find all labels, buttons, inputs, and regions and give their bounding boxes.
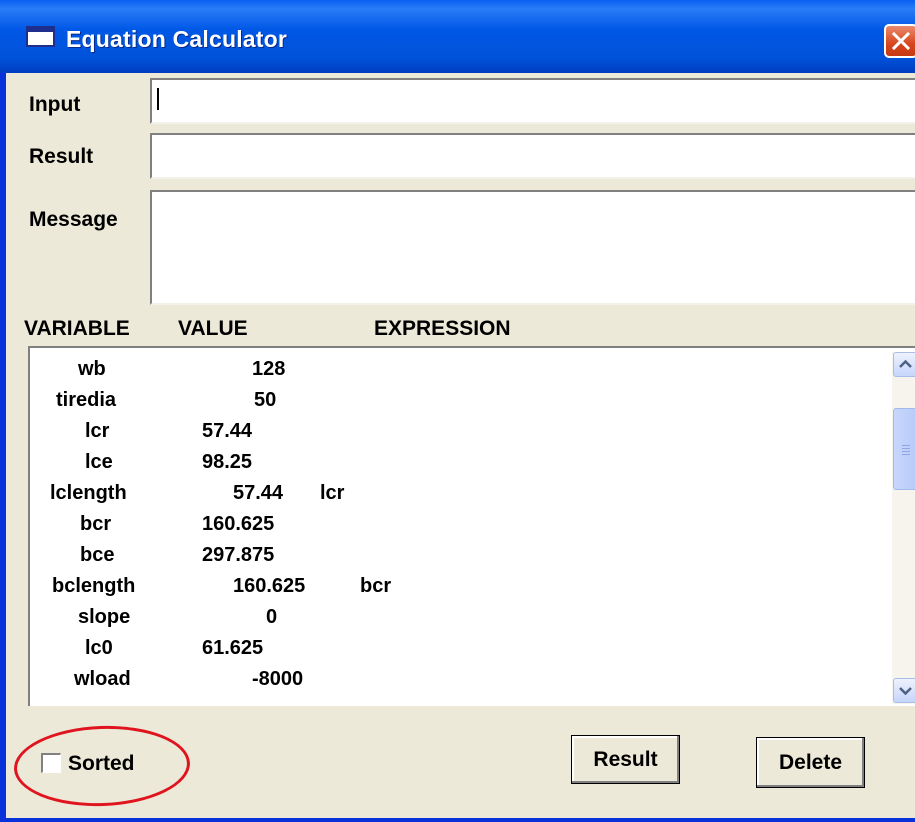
close-icon[interactable] <box>884 24 915 58</box>
input-label: Input <box>29 93 81 116</box>
window-title: Equation Calculator <box>66 26 288 52</box>
variable-value: 297.875 <box>202 544 275 566</box>
variable-value: 98.25 <box>202 451 253 473</box>
grip-line <box>902 454 910 455</box>
vertical-scrollbar[interactable] <box>892 352 915 704</box>
text-caret <box>157 88 159 110</box>
red-highlight-circle <box>12 722 192 810</box>
variable-list[interactable]: wb 128 tiredia 50 lcr 57.44 lce 98.25 lc… <box>28 346 915 706</box>
variable-name: lce <box>85 451 113 473</box>
expression-column-header: EXPRESSION <box>374 317 511 340</box>
variable-expression: lcr <box>320 482 345 504</box>
variable-column-header: VARIABLE <box>24 317 130 340</box>
variable-value: 0 <box>266 606 278 628</box>
window-icon <box>26 26 55 47</box>
variable-name: wload <box>74 668 131 690</box>
variable-name: lcr <box>85 420 110 442</box>
variable-name: bcr <box>80 513 112 535</box>
grip-line <box>902 448 910 449</box>
variable-value: 160.625 <box>202 513 275 535</box>
result-button[interactable]: Result <box>571 735 680 784</box>
variable-value: 160.625 <box>233 575 306 597</box>
scroll-down-button[interactable] <box>893 678 915 703</box>
variable-name: lclength <box>50 482 127 504</box>
equation-calculator-window: Equation Calculator Input Result Message… <box>0 0 915 822</box>
chevron-down-icon <box>899 687 912 696</box>
grip-line <box>902 445 910 446</box>
scroll-thumb[interactable] <box>893 408 915 490</box>
variable-value: -8000 <box>252 668 304 690</box>
message-field[interactable] <box>150 190 915 305</box>
title-bar[interactable]: Equation Calculator <box>0 0 915 73</box>
grip-line <box>902 451 910 452</box>
result-label: Result <box>29 145 94 168</box>
result-field[interactable] <box>150 133 915 179</box>
variable-name: slope <box>78 606 131 628</box>
variable-value: 57.44 <box>233 482 284 504</box>
message-label: Message <box>29 208 118 231</box>
chevron-up-icon <box>899 359 912 368</box>
delete-button[interactable]: Delete <box>756 737 865 788</box>
scroll-up-button[interactable] <box>893 352 915 377</box>
variable-name: lc0 <box>85 637 113 659</box>
variable-value: 128 <box>252 358 286 380</box>
input-field[interactable] <box>150 78 915 124</box>
variable-name: tiredia <box>56 389 117 411</box>
variable-value: 61.625 <box>202 637 264 659</box>
variable-expression: bcr <box>360 575 392 597</box>
value-column-header: VALUE <box>178 317 248 340</box>
variable-value: 50 <box>254 389 277 411</box>
variable-name: bce <box>80 544 115 566</box>
variable-value: 57.44 <box>202 420 253 442</box>
variable-name: wb <box>78 358 106 380</box>
variable-name: bclength <box>52 575 136 597</box>
